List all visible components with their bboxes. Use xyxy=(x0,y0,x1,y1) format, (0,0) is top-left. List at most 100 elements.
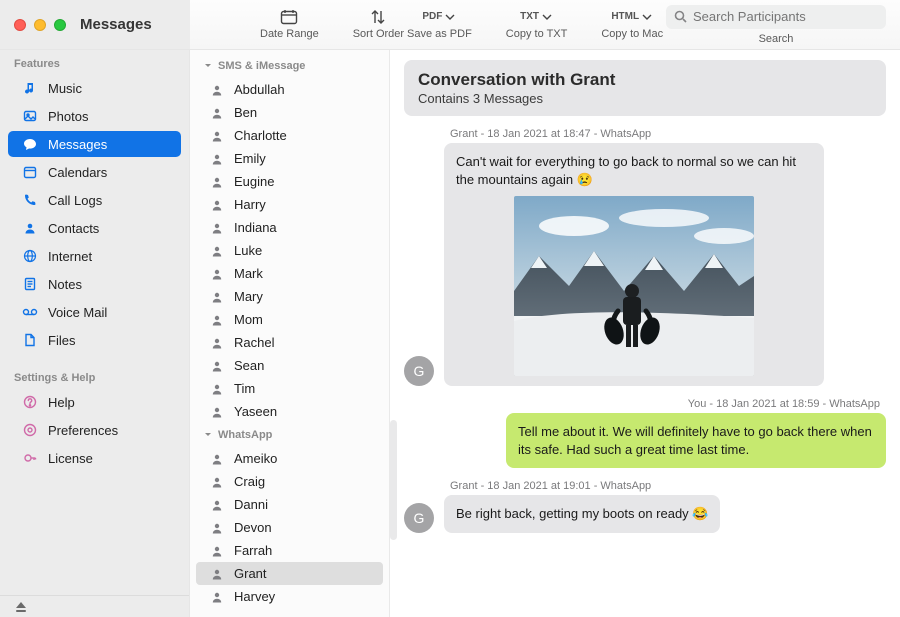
copy-txt-button[interactable]: TXT Copy to TXT xyxy=(506,8,568,41)
contact-name: Charlotte xyxy=(234,128,287,143)
sidebar-item-files[interactable]: Files xyxy=(8,327,181,353)
contact-item[interactable]: Danni xyxy=(196,493,383,516)
contact-item[interactable]: Charlotte xyxy=(196,124,383,147)
contacts-group-sms[interactable]: SMS & iMessage xyxy=(190,54,389,78)
sidebar-item-preferences[interactable]: Preferences xyxy=(8,417,181,443)
message-bubble[interactable]: Tell me about it. We will definitely hav… xyxy=(506,413,886,468)
contact-item[interactable]: Sean xyxy=(196,354,383,377)
search-field-wrap[interactable] xyxy=(666,5,886,29)
contact-name: Danni xyxy=(234,497,268,512)
contact-item[interactable]: Rachel xyxy=(196,331,383,354)
preferences-icon xyxy=(22,422,38,438)
sidebar-item-internet[interactable]: Internet xyxy=(8,243,181,269)
contact-item[interactable]: Harry xyxy=(196,193,383,216)
sidebar-item-label: Call Logs xyxy=(48,193,102,208)
settings-section-label: Settings & Help xyxy=(0,364,189,388)
sidebar-item-help[interactable]: Help xyxy=(8,389,181,415)
person-icon xyxy=(210,383,224,395)
contact-item[interactable]: Emily xyxy=(196,147,383,170)
contact-item[interactable]: Ameiko xyxy=(196,447,383,470)
person-icon xyxy=(210,245,224,257)
contact-name: Sean xyxy=(234,358,264,373)
license-icon xyxy=(22,450,38,466)
traffic-lights xyxy=(14,19,66,31)
date-range-button[interactable]: Date Range xyxy=(260,8,319,41)
close-window-icon[interactable] xyxy=(14,19,26,31)
zoom-window-icon[interactable] xyxy=(54,19,66,31)
sidebar: Features Music Photos Messages Calendars xyxy=(0,50,190,617)
sidebar-item-photos[interactable]: Photos xyxy=(8,103,181,129)
copy-txt-label: Copy to TXT xyxy=(506,28,568,41)
sidebar-item-label: Files xyxy=(48,333,75,348)
person-icon xyxy=(210,107,224,119)
contact-item[interactable]: Abdullah xyxy=(196,78,383,101)
contact-item[interactable]: Mary xyxy=(196,285,383,308)
contact-item[interactable]: Craig xyxy=(196,470,383,493)
message-bubble[interactable]: Be right back, getting my boots on ready… xyxy=(444,495,720,533)
person-icon xyxy=(210,176,224,188)
contact-item[interactable]: Eugine xyxy=(196,170,383,193)
date-range-label: Date Range xyxy=(260,28,319,41)
contact-item[interactable]: Devon xyxy=(196,516,383,539)
contact-item[interactable]: Grant xyxy=(196,562,383,585)
contact-item[interactable]: Mark xyxy=(196,262,383,285)
conversation-pane[interactable]: Conversation with Grant Contains 3 Messa… xyxy=(390,50,900,617)
person-icon xyxy=(210,453,224,465)
search-input[interactable] xyxy=(693,9,878,24)
sort-order-button[interactable]: Sort Order xyxy=(353,8,404,41)
contact-item[interactable]: Ben xyxy=(196,101,383,124)
scrollbar[interactable] xyxy=(390,420,397,540)
person-icon xyxy=(210,337,224,349)
message-bubble[interactable]: Can't wait for everything to go back to … xyxy=(444,143,824,386)
sidebar-item-voice-mail[interactable]: Voice Mail xyxy=(8,299,181,325)
person-icon xyxy=(210,130,224,142)
phone-icon xyxy=(22,192,38,208)
message-image[interactable] xyxy=(456,196,812,376)
search-label: Search xyxy=(759,33,794,45)
copy-mac-button[interactable]: HTML Copy to Mac xyxy=(601,8,663,41)
contact-item[interactable]: Luke xyxy=(196,239,383,262)
contact-name: Abdullah xyxy=(234,82,285,97)
conversation-title: Conversation with Grant xyxy=(418,70,872,90)
eject-icon[interactable] xyxy=(14,601,28,613)
sidebar-item-label: Photos xyxy=(48,109,88,124)
sidebar-item-label: Preferences xyxy=(48,423,118,438)
app-title: Messages xyxy=(80,16,152,33)
contact-item[interactable]: Tim xyxy=(196,377,383,400)
html-icon: HTML xyxy=(611,8,653,26)
sidebar-item-music[interactable]: Music xyxy=(8,75,181,101)
sort-icon xyxy=(371,8,385,26)
contact-item[interactable]: Indiana xyxy=(196,216,383,239)
file-icon xyxy=(22,332,38,348)
contacts-icon xyxy=(22,220,38,236)
person-icon xyxy=(210,476,224,488)
search-area: Search xyxy=(666,5,886,45)
contact-item[interactable]: Harvey xyxy=(196,585,383,608)
minimize-window-icon[interactable] xyxy=(34,19,46,31)
contact-item[interactable]: Mom xyxy=(196,308,383,331)
contact-item[interactable]: Farrah xyxy=(196,539,383,562)
person-icon xyxy=(210,406,224,418)
contacts-group-whatsapp[interactable]: WhatsApp xyxy=(190,423,389,447)
globe-icon xyxy=(22,248,38,264)
message-block: G Grant - 18 Jan 2021 at 19:01 - WhatsAp… xyxy=(404,480,886,533)
contact-name: Yaseen xyxy=(234,404,277,419)
sidebar-item-contacts[interactable]: Contacts xyxy=(8,215,181,241)
sidebar-item-messages[interactable]: Messages xyxy=(8,131,181,157)
avatar: G xyxy=(404,503,434,533)
sidebar-item-call-logs[interactable]: Call Logs xyxy=(8,187,181,213)
sidebar-item-label: Music xyxy=(48,81,82,96)
txt-icon: TXT xyxy=(520,8,553,26)
sidebar-item-license[interactable]: License xyxy=(8,445,181,471)
contacts-list[interactable]: SMS & iMessage Abdullah Ben Charlotte Em… xyxy=(190,50,390,617)
features-section-label: Features xyxy=(0,50,189,74)
notes-icon xyxy=(22,276,38,292)
person-icon xyxy=(210,568,224,580)
sidebar-item-calendars[interactable]: Calendars xyxy=(8,159,181,185)
contact-item[interactable]: Yaseen xyxy=(196,400,383,423)
avatar: G xyxy=(404,356,434,386)
save-pdf-button[interactable]: PDF Save as PDF xyxy=(407,8,472,41)
contact-name: Mary xyxy=(234,289,263,304)
sidebar-item-notes[interactable]: Notes xyxy=(8,271,181,297)
message-meta: You - 18 Jan 2021 at 18:59 - WhatsApp xyxy=(506,398,880,410)
